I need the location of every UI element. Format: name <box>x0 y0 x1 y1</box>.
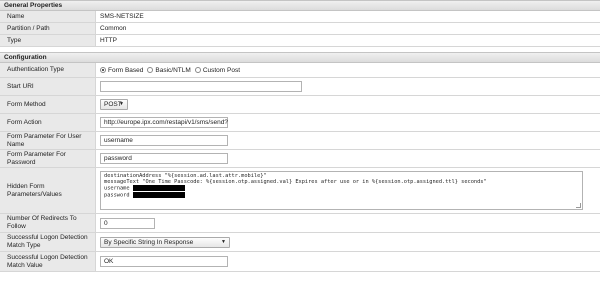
hidden-param-line-1: destinationAddress "%{session.ad.last.at… <box>104 173 267 179</box>
param-user-row: Form Parameter For User Name username <box>0 132 600 150</box>
partition-value: Common <box>96 23 600 34</box>
auth-basic-ntlm-option[interactable]: Basic/NTLM <box>147 66 191 74</box>
partition-row: Partition / Path Common <box>0 23 600 35</box>
chevron-down-icon: ▼ <box>221 238 226 245</box>
resize-handle-icon[interactable] <box>576 203 581 208</box>
form-method-select[interactable]: POST ▼ <box>100 99 128 110</box>
name-row: Name SMS-NETSIZE <box>0 11 600 23</box>
auth-form-based-option[interactable]: Form Based <box>100 67 143 74</box>
start-uri-input[interactable] <box>100 81 302 92</box>
redirects-label: Number Of Redirects To Follow <box>0 214 96 232</box>
hidden-params-label: Hidden Form Parameters/Values <box>0 168 96 213</box>
form-based-radio[interactable] <box>100 67 106 73</box>
param-user-label: Form Parameter For User Name <box>0 132 96 149</box>
auth-type-row: Authentication Type Form Based Basic/NTL… <box>0 63 600 78</box>
configuration-header: Configuration <box>0 52 600 63</box>
param-pass-row: Form Parameter For Password password <box>0 150 600 168</box>
param-user-input[interactable]: username <box>100 135 228 146</box>
type-row: Type HTTP <box>0 35 600 47</box>
form-action-input[interactable]: http://europe.ipx.com/restapi/v1/sms/sen… <box>100 117 228 128</box>
redirects-row: Number Of Redirects To Follow 0 <box>0 214 600 233</box>
detect-value-label: Successful Logon Detection Match Value <box>0 252 96 271</box>
type-value: HTTP <box>96 35 600 46</box>
form-action-row: Form Action http://europe.ipx.com/restap… <box>0 114 600 132</box>
start-uri-row: Start URI <box>0 78 600 96</box>
general-properties-header: General Properties <box>0 0 600 11</box>
detect-type-select[interactable]: By Specific String In Response ▼ <box>100 236 230 248</box>
name-label: Name <box>0 11 96 22</box>
custom-post-label: Custom Post <box>202 66 241 74</box>
hidden-param-line-2: messageText "One Time Passcode: %{sessio… <box>104 179 487 186</box>
param-pass-label: Form Parameter For Password <box>0 150 96 167</box>
detect-type-row: Successful Logon Detection Match Type By… <box>0 233 600 252</box>
type-label: Type <box>0 35 96 46</box>
hidden-params-textarea[interactable]: destinationAddress "%{session.ad.last.at… <box>100 171 583 210</box>
detect-type-label: Successful Logon Detection Match Type <box>0 233 96 251</box>
auth-type-options: Form Based Basic/NTLM Custom Post <box>96 63 600 77</box>
auth-custom-post-option[interactable]: Custom Post <box>194 66 241 74</box>
form-method-row: Form Method POST ▼ <box>0 96 600 114</box>
basic-ntlm-radio[interactable] <box>147 67 154 73</box>
start-uri-label: Start URI <box>0 78 96 95</box>
custom-post-radio[interactable] <box>194 67 201 73</box>
form-based-label: Form Based <box>108 66 144 74</box>
redacted-box <box>132 192 185 199</box>
detect-value-row: Successful Logon Detection Match Value O… <box>0 252 600 272</box>
detect-value-input[interactable]: OK <box>100 256 228 267</box>
hidden-param-line-4: password <box>104 192 133 199</box>
hidden-param-line-3: username <box>104 185 133 192</box>
redirects-input[interactable]: 0 <box>100 217 155 229</box>
form-action-label: Form Action <box>0 114 96 131</box>
form-method-label: Form Method <box>0 96 96 113</box>
detect-type-value: By Specific String In Response <box>104 238 194 246</box>
param-pass-input[interactable]: password <box>100 153 228 164</box>
hidden-params-row: Hidden Form Parameters/Values destinatio… <box>0 168 600 214</box>
chevron-down-icon: ▼ <box>119 101 124 107</box>
basic-ntlm-label: Basic/NTLM <box>155 66 191 74</box>
name-value: SMS-NETSIZE <box>96 11 600 22</box>
auth-type-label: Authentication Type <box>0 63 96 77</box>
partition-label: Partition / Path <box>0 23 96 34</box>
redacted-box <box>132 185 185 192</box>
